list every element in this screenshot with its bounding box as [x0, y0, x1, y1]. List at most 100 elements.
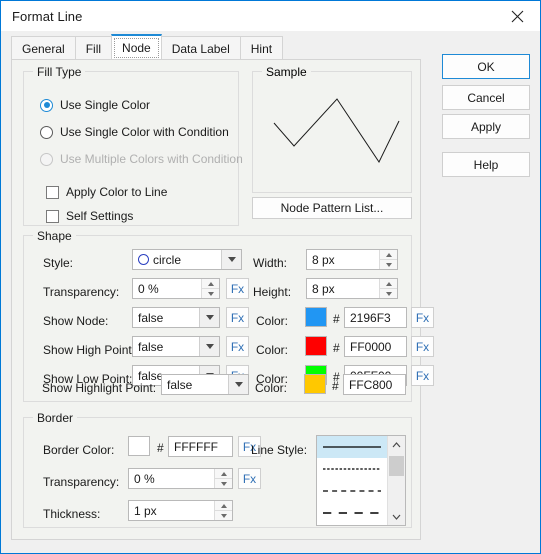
border-color-swatch[interactable] — [128, 436, 150, 456]
highlight-point-color-label: Color: — [255, 381, 288, 395]
high-point-color-fx-button[interactable]: Fx — [411, 336, 434, 357]
spinner-down[interactable] — [380, 260, 397, 269]
window-title: Format Line — [12, 8, 83, 24]
shape-transparency-fx-button[interactable]: Fx — [226, 278, 249, 299]
style-combobox[interactable]: circle — [132, 249, 242, 270]
border-color-label: Border Color: — [43, 443, 115, 457]
checkbox-self-settings[interactable]: Self Settings — [46, 209, 133, 223]
radio-use-single-color-with-condition-label: Use Single Color with Condition — [60, 125, 229, 139]
spinner-buttons[interactable] — [379, 250, 397, 269]
show-highlight-point-value: false — [167, 377, 193, 392]
border-transparency-fx-button[interactable]: Fx — [238, 468, 261, 489]
ok-button-label: OK — [477, 59, 495, 74]
highlight-point-color-hex-value: FFC800 — [349, 377, 393, 392]
border-transparency-spinner[interactable]: 0 % — [128, 468, 233, 489]
chevron-down-icon[interactable] — [228, 375, 248, 394]
line-style-listbox[interactable] — [316, 435, 406, 526]
spinner-buttons[interactable] — [379, 279, 397, 298]
show-node-value: false — [138, 310, 164, 325]
show-node-combobox[interactable]: false — [132, 307, 220, 328]
highlight-point-color-hex-input[interactable]: FFC800 — [343, 374, 406, 395]
border-color-hex-input[interactable]: FFFFFF — [168, 436, 233, 457]
scrollbar-thumb[interactable] — [389, 456, 404, 476]
node-color-hex-value: 2196F3 — [350, 310, 391, 325]
hash-symbol: # — [333, 312, 340, 326]
show-high-point-combobox[interactable]: false — [132, 336, 220, 357]
border-legend: Border — [33, 411, 78, 425]
height-spinner[interactable]: 8 px — [306, 278, 398, 299]
chevron-down-icon[interactable] — [199, 308, 219, 327]
width-spinner[interactable]: 8 px — [306, 249, 398, 270]
apply-button-label: Apply — [470, 119, 502, 134]
node-color-label: Color: — [256, 314, 289, 328]
show-highlight-point-combobox[interactable]: false — [161, 374, 249, 395]
checkbox-indicator — [46, 185, 59, 199]
width-label: Width: — [253, 256, 288, 270]
style-value: circle — [153, 252, 182, 267]
line-style-item-fine-dashed[interactable] — [317, 458, 387, 480]
show-high-point-fx-button[interactable]: Fx — [226, 336, 249, 357]
fx-label: Fx — [230, 281, 245, 296]
low-point-color-fx-button[interactable]: Fx — [411, 365, 434, 386]
hash-symbol: # — [157, 441, 164, 455]
line-style-scrollbar[interactable] — [387, 436, 405, 525]
node-color-swatch[interactable] — [305, 307, 327, 327]
chevron-down-icon[interactable] — [199, 337, 219, 356]
high-point-color-swatch[interactable] — [305, 336, 327, 356]
tab-hint[interactable]: Hint — [239, 36, 284, 60]
border-transparency-label: Transparency: — [43, 475, 120, 489]
help-button[interactable]: Help — [442, 152, 530, 177]
line-style-item-solid[interactable] — [317, 436, 387, 458]
title-bar: Format Line — [1, 1, 540, 31]
show-high-point-label: Show High Point: — [43, 343, 136, 357]
node-color-hex-input[interactable]: 2196F3 — [344, 307, 407, 328]
thickness-spinner[interactable]: 1 px — [128, 500, 233, 521]
spinner-buttons[interactable] — [214, 501, 232, 520]
checkbox-apply-color-to-line[interactable]: Apply Color to Line — [46, 185, 167, 199]
checkbox-self-settings-label: Self Settings — [66, 209, 134, 223]
close-icon[interactable] — [495, 1, 540, 31]
fill-type-legend: Fill Type — [33, 65, 86, 79]
spinner-down[interactable] — [380, 289, 397, 298]
show-highlight-point-label: Show Highlight Point: — [42, 381, 157, 395]
spinner-buttons[interactable] — [214, 469, 232, 488]
thickness-label: Thickness: — [43, 507, 101, 521]
chevron-down-icon[interactable] — [388, 508, 405, 525]
tab-node-label: Node — [122, 40, 151, 55]
fx-label: Fx — [242, 471, 257, 486]
apply-button[interactable]: Apply — [442, 114, 530, 139]
spinner-down[interactable] — [215, 511, 232, 520]
spinner-buttons[interactable] — [201, 279, 219, 298]
spinner-down[interactable] — [215, 479, 232, 488]
node-color-fx-button[interactable]: Fx — [411, 307, 434, 328]
spinner-up[interactable] — [215, 469, 232, 478]
line-style-item-long-dashed[interactable] — [317, 502, 387, 524]
high-point-color-hex-value: FF0000 — [350, 339, 392, 354]
sample-group: Sample — [252, 65, 412, 193]
cancel-button[interactable]: Cancel — [442, 85, 530, 110]
radio-use-single-color[interactable]: Use Single Color — [40, 98, 150, 112]
cancel-button-label: Cancel — [467, 90, 505, 105]
node-pattern-list-button[interactable]: Node Pattern List... — [252, 197, 412, 219]
spinner-up[interactable] — [380, 279, 397, 288]
radio-use-single-color-with-condition[interactable]: Use Single Color with Condition — [40, 125, 229, 139]
chevron-up-icon[interactable] — [388, 436, 405, 453]
spinner-up[interactable] — [202, 279, 219, 288]
checkbox-indicator — [46, 209, 59, 223]
spinner-up[interactable] — [380, 250, 397, 259]
sample-legend: Sample — [262, 65, 311, 79]
highlight-point-color-swatch[interactable] — [304, 374, 326, 394]
shape-transparency-spinner[interactable]: 0 % — [132, 278, 220, 299]
spinner-down[interactable] — [202, 289, 219, 298]
tab-data-label[interactable]: Data Label — [160, 36, 241, 60]
tab-general[interactable]: General — [11, 36, 76, 60]
line-style-item-medium-dashed[interactable] — [317, 480, 387, 502]
tab-fill[interactable]: Fill — [74, 36, 113, 60]
thickness-value: 1 px — [134, 503, 157, 518]
chevron-down-icon[interactable] — [221, 250, 241, 269]
tab-node[interactable]: Node — [111, 34, 162, 60]
spinner-up[interactable] — [215, 501, 232, 510]
high-point-color-hex-input[interactable]: FF0000 — [344, 336, 407, 357]
ok-button[interactable]: OK — [442, 54, 530, 79]
show-node-fx-button[interactable]: Fx — [226, 307, 249, 328]
